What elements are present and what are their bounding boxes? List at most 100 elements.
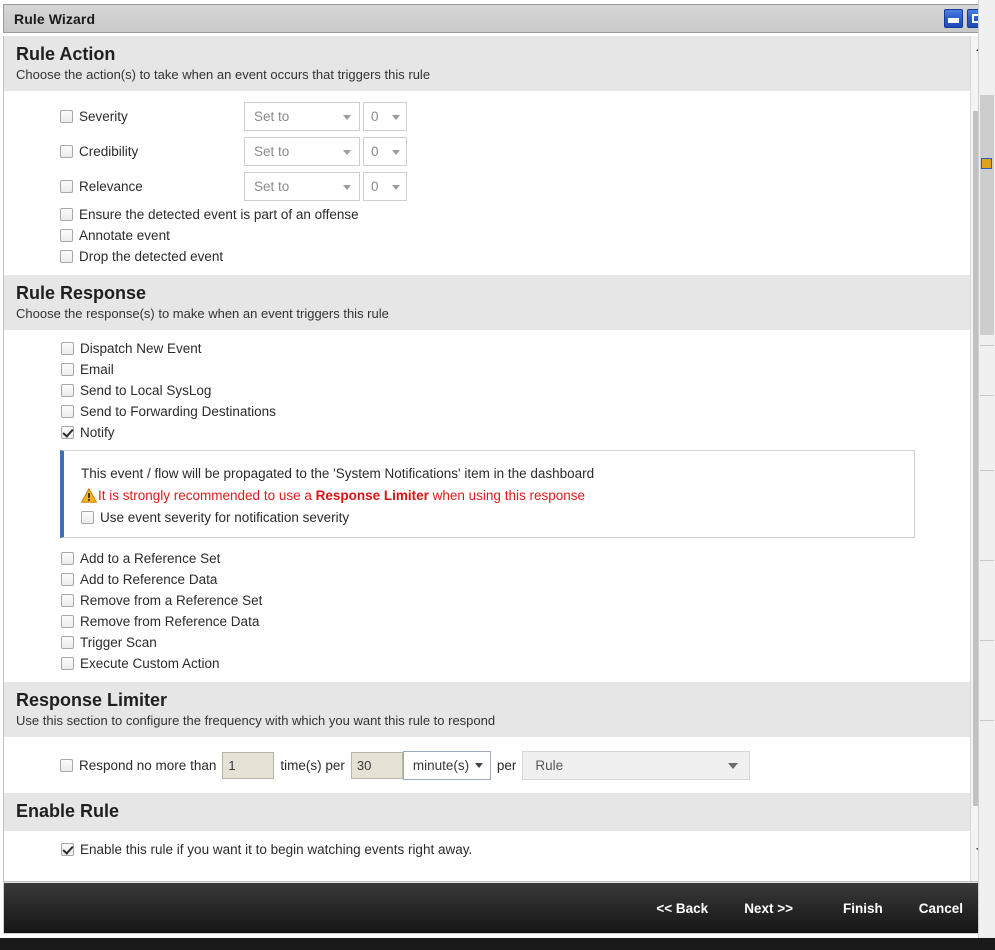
- add-reference-set-checkbox[interactable]: [61, 552, 74, 565]
- remove-reference-set-label: Remove from a Reference Set: [80, 592, 262, 609]
- credibility-mode-select[interactable]: Set to: [244, 137, 360, 166]
- rule-response-body: Dispatch New Event Email Send to Local S…: [4, 330, 970, 682]
- rule-action-subtitle: Choose the action(s) to take when an eve…: [16, 66, 970, 83]
- scrollbar-tick: [980, 560, 994, 561]
- action-row-severity: Severity Set to 0: [60, 99, 970, 134]
- scrollbar-tick: [980, 395, 994, 396]
- notify-info-panel: This event / flow will be propagated to …: [60, 450, 915, 538]
- response-scope-select[interactable]: Rule: [522, 751, 750, 780]
- ensure-offense-checkbox[interactable]: [60, 208, 73, 221]
- annotate-event-checkbox[interactable]: [60, 229, 73, 242]
- rule-response-title: Rule Response: [16, 282, 970, 304]
- rule-response-subtitle: Choose the response(s) to make when an e…: [16, 305, 970, 322]
- chevron-down-icon: [392, 185, 400, 190]
- response-interval-input[interactable]: [351, 752, 403, 779]
- respond-no-more-than-checkbox[interactable]: [60, 759, 73, 772]
- warning-bold: Response Limiter: [316, 488, 429, 503]
- severity-checkbox[interactable]: [60, 110, 73, 123]
- enable-rule-checkbox[interactable]: [61, 843, 74, 856]
- remove-reference-set-checkbox[interactable]: [61, 594, 74, 607]
- execute-custom-action-label: Execute Custom Action: [80, 655, 220, 672]
- warning-prefix: It is strongly recommended to use a: [98, 488, 316, 503]
- notify-info-text: This event / flow will be propagated to …: [81, 463, 914, 484]
- checkbox-row-execute-custom-action: Execute Custom Action: [61, 653, 970, 674]
- credibility-value: 0: [371, 144, 379, 159]
- wizard-content: Rule Action Choose the action(s) to take…: [3, 36, 992, 882]
- drop-event-label: Drop the detected event: [79, 248, 223, 265]
- trigger-scan-checkbox[interactable]: [61, 636, 74, 649]
- respond-no-more-than-label: Respond no more than: [79, 758, 216, 773]
- chevron-down-icon: [343, 115, 351, 120]
- dispatch-new-event-label: Dispatch New Event: [80, 340, 202, 357]
- browser-scrollbar[interactable]: [978, 0, 995, 938]
- checkbox-row-enable-rule: Enable this rule if you want it to begin…: [61, 839, 970, 860]
- back-button[interactable]: << Back: [656, 901, 708, 916]
- checkbox-row-send-forwarding-destinations: Send to Forwarding Destinations: [61, 401, 970, 422]
- notify-checkbox[interactable]: [61, 426, 74, 439]
- section-header-rule-response: Rule Response Choose the response(s) to …: [4, 275, 970, 330]
- dispatch-new-event-checkbox[interactable]: [61, 342, 74, 355]
- checkbox-row-annotate-event: Annotate event: [60, 225, 970, 246]
- trigger-scan-label: Trigger Scan: [80, 634, 157, 651]
- severity-mode-value: Set to: [254, 109, 289, 124]
- section-header-rule-action: Rule Action Choose the action(s) to take…: [4, 36, 970, 91]
- window-titlebar: Rule Wizard: [3, 4, 992, 33]
- severity-value-select[interactable]: 0: [363, 102, 407, 131]
- response-unit-value: minute(s): [413, 758, 469, 773]
- response-scope-value: Rule: [535, 758, 563, 773]
- add-reference-data-checkbox[interactable]: [61, 573, 74, 586]
- use-event-severity-checkbox[interactable]: [81, 511, 94, 524]
- relevance-value-select[interactable]: 0: [363, 172, 407, 201]
- relevance-mode-select[interactable]: Set to: [244, 172, 360, 201]
- relevance-label: Relevance: [79, 178, 244, 195]
- checkbox-row-remove-reference-set: Remove from a Reference Set: [61, 590, 970, 611]
- wizard-scroll-body: Rule Action Choose the action(s) to take…: [4, 36, 970, 881]
- send-local-syslog-checkbox[interactable]: [61, 384, 74, 397]
- drop-event-checkbox[interactable]: [60, 250, 73, 263]
- finish-button[interactable]: Finish: [843, 901, 883, 916]
- checkbox-row-send-local-syslog: Send to Local SysLog: [61, 380, 970, 401]
- checkbox-row-remove-reference-data: Remove from Reference Data: [61, 611, 970, 632]
- response-limiter-title: Response Limiter: [16, 689, 970, 711]
- email-checkbox[interactable]: [61, 363, 74, 376]
- browser-scrollbar-thumb[interactable]: [980, 95, 994, 335]
- cancel-button[interactable]: Cancel: [919, 901, 963, 916]
- checkbox-row-trigger-scan: Trigger Scan: [61, 632, 970, 653]
- checkbox-row-add-reference-data: Add to Reference Data: [61, 569, 970, 590]
- checkbox-row-ensure-offense: Ensure the detected event is part of an …: [60, 204, 970, 225]
- notify-warning-row: It is strongly recommended to use a Resp…: [81, 485, 914, 506]
- credibility-value-select[interactable]: 0: [363, 137, 407, 166]
- response-count-input[interactable]: [222, 752, 274, 779]
- scrollbar-marker-icon: [981, 158, 992, 169]
- enable-rule-label: Enable this rule if you want it to begin…: [80, 841, 472, 858]
- response-unit-select[interactable]: minute(s): [403, 751, 491, 780]
- scrollbar-tick: [980, 345, 994, 346]
- send-local-syslog-label: Send to Local SysLog: [80, 382, 211, 399]
- relevance-checkbox[interactable]: [60, 180, 73, 193]
- warning-triangle-icon: [81, 488, 97, 503]
- severity-mode-select[interactable]: Set to: [244, 102, 360, 131]
- add-reference-data-label: Add to Reference Data: [80, 571, 217, 588]
- severity-value: 0: [371, 109, 379, 124]
- send-forwarding-destinations-checkbox[interactable]: [61, 405, 74, 418]
- scrollbar-tick: [980, 640, 994, 641]
- per-label: per: [497, 758, 517, 773]
- scrollbar-tick: [980, 470, 994, 471]
- chevron-down-icon: [475, 763, 483, 768]
- enable-rule-body: Enable this rule if you want it to begin…: [4, 831, 970, 868]
- chevron-down-icon: [343, 185, 351, 190]
- credibility-checkbox[interactable]: [60, 145, 73, 158]
- action-row-relevance: Relevance Set to 0: [60, 169, 970, 204]
- checkbox-row-notify: Notify: [61, 422, 970, 443]
- response-limiter-subtitle: Use this section to configure the freque…: [16, 712, 970, 729]
- use-event-severity-label: Use event severity for notification seve…: [100, 509, 349, 526]
- next-button[interactable]: Next >>: [744, 901, 793, 916]
- execute-custom-action-checkbox[interactable]: [61, 657, 74, 670]
- minimize-icon: [948, 18, 959, 23]
- remove-reference-data-checkbox[interactable]: [61, 615, 74, 628]
- checkbox-row-email: Email: [61, 359, 970, 380]
- chevron-down-icon: [343, 150, 351, 155]
- checkbox-row-use-event-severity: Use event severity for notification seve…: [81, 509, 914, 526]
- minimize-button[interactable]: [944, 9, 963, 28]
- ensure-offense-label: Ensure the detected event is part of an …: [79, 206, 359, 223]
